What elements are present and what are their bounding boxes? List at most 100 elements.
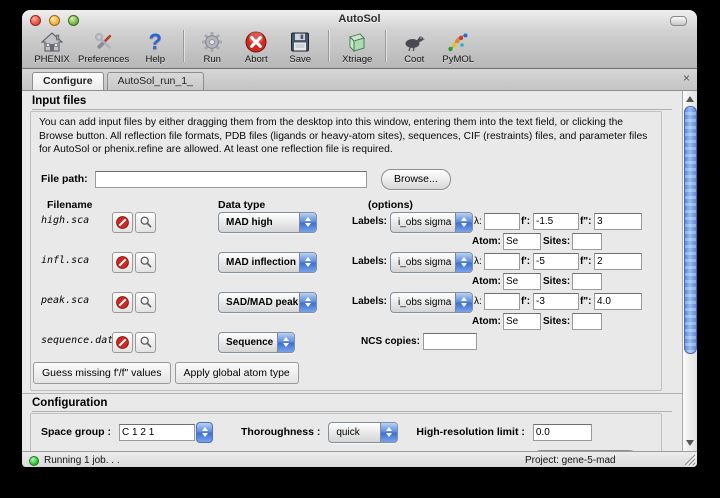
input-files-heading: Input files: [32, 95, 672, 110]
scroll-up-arrow-icon[interactable]: [683, 93, 697, 105]
vertical-scrollbar[interactable]: [682, 91, 697, 451]
phenix-button[interactable]: PHENIX: [30, 28, 74, 65]
floppy-icon: [288, 29, 312, 54]
preferences-button[interactable]: Preferences: [74, 28, 133, 65]
guess-fp-values-button[interactable]: Guess missing f'/f" values: [33, 362, 171, 384]
fpp-label: f":: [580, 256, 591, 267]
sites-label: Sites:: [543, 236, 570, 247]
sites-input[interactable]: [572, 233, 602, 250]
file-path-label: File path:: [41, 173, 95, 185]
fp-input[interactable]: [533, 253, 579, 270]
atom-input[interactable]: [503, 313, 541, 330]
toolbar-label: PHENIX: [34, 54, 69, 65]
file-row: peak.sca SAD/MAD peak Labels: i_obs sigm…: [31, 292, 661, 332]
lambda-label: λ:: [474, 296, 482, 307]
delete-icon: [115, 255, 130, 270]
atom-input[interactable]: [503, 233, 541, 250]
labels-label: Labels:: [352, 216, 387, 227]
file-row: sequence.dat Sequence NCS copies:: [31, 332, 661, 358]
fp-label: f':: [521, 296, 530, 307]
browse-button[interactable]: Browse...: [381, 169, 451, 190]
space-group-input[interactable]: [119, 424, 195, 441]
fp-input[interactable]: [533, 293, 579, 310]
toolbar-label: Run: [204, 54, 221, 65]
magnifier-icon: [139, 295, 153, 309]
section-divider: [22, 393, 682, 394]
project-name: Project: gene-5-mad: [525, 455, 616, 466]
thoroughness-label: Thoroughness :: [241, 426, 320, 438]
home-icon: [40, 29, 64, 54]
content-area: Input files You can add input files by e…: [22, 91, 697, 451]
dropdown-stepper-icon: [299, 213, 316, 232]
sites-input[interactable]: [572, 273, 602, 290]
dropdown-stepper-icon: [455, 293, 472, 312]
titlebar[interactable]: AutoSol: [22, 10, 697, 30]
fpp-input[interactable]: [594, 293, 642, 310]
inspect-file-button[interactable]: [135, 252, 156, 273]
labels-dropdown[interactable]: i_obs sigma: [390, 252, 473, 273]
dropdown-stepper-icon: [455, 213, 472, 232]
scroll-down-arrow-icon[interactable]: [683, 437, 697, 449]
data-type-dropdown[interactable]: SAD/MAD peak: [218, 292, 317, 313]
pymol-button[interactable]: PyMOL: [436, 28, 480, 65]
running-status-led-icon: [29, 456, 39, 466]
lambda-input[interactable]: [484, 213, 520, 230]
inspect-file-button[interactable]: [135, 292, 156, 313]
remove-file-button[interactable]: [112, 212, 133, 233]
input-files-group: You can add input files by either draggi…: [30, 111, 662, 391]
fp-input[interactable]: [533, 213, 579, 230]
toolbar-label: PyMOL: [442, 54, 474, 65]
xtriage-button[interactable]: Xtriage: [335, 28, 379, 65]
dropdown-stepper-icon: [455, 253, 472, 272]
space-group-stepper[interactable]: [196, 422, 213, 443]
labels-dropdown[interactable]: i_obs sigma: [390, 212, 473, 233]
atom-input[interactable]: [503, 273, 541, 290]
tab-configure[interactable]: Configure: [32, 72, 104, 90]
remove-file-button[interactable]: [112, 332, 133, 353]
coot-button[interactable]: Coot: [392, 28, 436, 65]
hires-limit-input[interactable]: [533, 424, 592, 441]
lambda-input[interactable]: [484, 253, 520, 270]
remove-file-button[interactable]: [112, 292, 133, 313]
atom-label: Atom:: [472, 316, 501, 327]
window-title: AutoSol: [22, 13, 697, 25]
data-type-dropdown[interactable]: MAD high: [218, 212, 317, 233]
close-tab-icon[interactable]: ×: [683, 71, 690, 85]
col-data-type: Data type: [218, 199, 265, 211]
tab-autosol-run[interactable]: AutoSol_run_1_: [107, 72, 204, 90]
toolbar-label: Xtriage: [342, 54, 372, 65]
scrollbar-thumb[interactable]: [684, 106, 697, 354]
lambda-label: λ:: [474, 216, 482, 227]
tools-icon: [92, 29, 116, 54]
remove-file-button[interactable]: [112, 252, 133, 273]
fp-label: f':: [521, 256, 530, 267]
file-path-input[interactable]: [95, 171, 367, 188]
magnifier-icon: [139, 255, 153, 269]
fpp-input[interactable]: [594, 213, 642, 230]
magnifier-icon: [139, 215, 153, 229]
autosol-window: AutoSol PHENIX Preferences ? Help: [22, 10, 697, 467]
abort-button[interactable]: Abort: [234, 28, 278, 65]
dropdown-stepper-icon: [380, 423, 397, 442]
data-type-dropdown[interactable]: MAD inflection: [218, 252, 317, 273]
labels-dropdown[interactable]: i_obs sigma: [390, 292, 473, 313]
inspect-file-button[interactable]: [135, 212, 156, 233]
save-button[interactable]: Save: [278, 28, 322, 65]
fpp-input[interactable]: [594, 253, 642, 270]
labels-label: Labels:: [352, 296, 387, 307]
dropdown-stepper-icon: [299, 293, 316, 312]
help-button[interactable]: ? Help: [133, 28, 177, 65]
filename: sequence.dat: [41, 335, 113, 346]
thoroughness-dropdown[interactable]: quick: [328, 422, 398, 443]
resize-grip[interactable]: [683, 453, 696, 467]
run-button[interactable]: Run: [190, 28, 234, 65]
lambda-input[interactable]: [484, 293, 520, 310]
sites-input[interactable]: [572, 313, 602, 330]
apply-global-atom-type-button[interactable]: Apply global atom type: [175, 362, 299, 384]
ncs-copies-input[interactable]: [423, 333, 477, 350]
tab-bar: Configure AutoSol_run_1_ ×: [22, 69, 697, 91]
toolbar-toggle-button[interactable]: [670, 16, 687, 26]
data-type-dropdown[interactable]: Sequence: [218, 332, 295, 353]
ncs-copies-label: NCS copies:: [361, 336, 420, 347]
inspect-file-button[interactable]: [135, 332, 156, 353]
